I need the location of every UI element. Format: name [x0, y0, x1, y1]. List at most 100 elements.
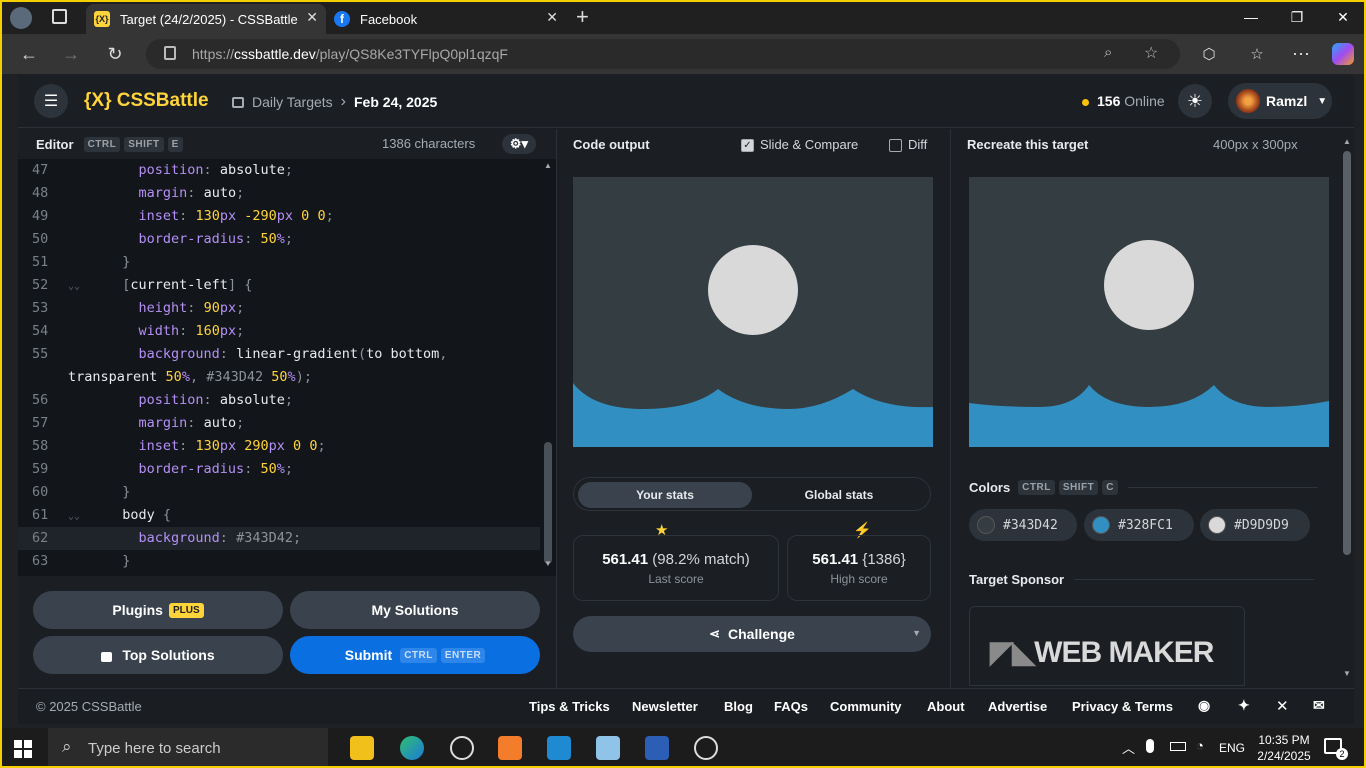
- kbd-ctrl: CTRL: [400, 647, 437, 663]
- diff-toggle[interactable]: Diff: [889, 137, 927, 153]
- menu-icon[interactable]: ☰: [34, 84, 68, 118]
- checkbox-icon[interactable]: [889, 139, 902, 153]
- checkbox-checked-icon[interactable]: ✓: [741, 139, 754, 153]
- code-line[interactable]: 48 margin: auto;: [18, 182, 540, 205]
- footer-link-newsletter[interactable]: Newsletter: [632, 699, 698, 714]
- code-line[interactable]: 47 position: absolute;: [18, 159, 540, 182]
- chatgpt-icon[interactable]: [450, 736, 474, 760]
- user-menu-button[interactable]: Ramzl ▼: [1228, 83, 1332, 119]
- zoom-icon[interactable]: ⌕: [1104, 44, 1112, 61]
- close-tab-icon[interactable]: ✕: [306, 9, 318, 26]
- chevron-down-icon[interactable]: ▼: [912, 628, 921, 638]
- forward-icon[interactable]: →: [56, 40, 86, 68]
- xampp-icon[interactable]: [498, 736, 522, 760]
- bluesky-icon[interactable]: ✦: [1238, 697, 1250, 714]
- windows-start-icon[interactable]: [14, 740, 32, 758]
- code-line[interactable]: 50 border-radius: 50%;: [18, 228, 540, 251]
- code-line[interactable]: 56 position: absolute;: [18, 389, 540, 412]
- slide-compare-toggle[interactable]: ✓ Slide & Compare: [741, 137, 858, 153]
- edge-icon[interactable]: [400, 736, 424, 760]
- code-editor[interactable]: 47 position: absolute; 48 margin: auto; 49…: [18, 159, 540, 576]
- code-line[interactable]: 54 width: 160px;: [18, 320, 540, 343]
- copilot-icon[interactable]: [1332, 43, 1354, 65]
- submit-button[interactable]: Submit CTRL ENTER: [290, 636, 540, 674]
- editor-scrollbar[interactable]: ▲ ▼: [540, 159, 556, 576]
- microphone-icon[interactable]: [1146, 739, 1154, 753]
- top-solutions-button[interactable]: Top Solutions: [33, 636, 283, 674]
- word-icon[interactable]: [645, 736, 669, 760]
- challenge-button[interactable]: ⋖ Challenge ▼: [573, 616, 931, 652]
- tab-facebook[interactable]: f Facebook ✕: [326, 4, 566, 34]
- restore-icon[interactable]: ❐: [1274, 0, 1320, 34]
- target-scrollbar[interactable]: ▲ ▼: [1339, 129, 1355, 699]
- scroll-down-arrow-icon[interactable]: ▼: [1343, 669, 1351, 678]
- code-line[interactable]: transparent 50%, #343D42 50%);: [18, 366, 540, 389]
- tab-actions-icon[interactable]: [52, 9, 67, 24]
- recorder-icon[interactable]: [694, 736, 718, 760]
- more-icon[interactable]: ⋯: [1286, 40, 1316, 68]
- battery-icon[interactable]: [1170, 742, 1186, 751]
- plugins-button[interactable]: Plugins PLUS: [33, 591, 283, 629]
- color-chip-blue[interactable]: #328FC1: [1084, 509, 1194, 541]
- editor-settings-gear-icon[interactable]: ⚙▾: [502, 134, 536, 154]
- code-line[interactable]: 57 margin: auto;: [18, 412, 540, 435]
- color-chip-dark[interactable]: #343D42: [969, 509, 1077, 541]
- code-line[interactable]: 62 background: #343D42;: [18, 527, 540, 550]
- code-line[interactable]: 51 }: [18, 251, 540, 274]
- reload-icon[interactable]: ↻: [100, 40, 130, 68]
- code-line[interactable]: 58 inset: 130px 290px 0 0;: [18, 435, 540, 458]
- color-chip-light[interactable]: #D9D9D9: [1200, 509, 1310, 541]
- taskbar-search[interactable]: ⌕ Type here to search: [48, 728, 328, 768]
- favorites-icon[interactable]: ☆: [1242, 40, 1272, 68]
- footer-link-community[interactable]: Community: [830, 699, 902, 714]
- clock[interactable]: 10:35 PM 2/24/2025: [1254, 732, 1314, 764]
- minimize-icon[interactable]: —: [1228, 0, 1274, 34]
- breadcrumb-daily-targets[interactable]: Daily Targets: [252, 94, 333, 110]
- code-line[interactable]: 53 height: 90px;: [18, 297, 540, 320]
- code-line[interactable]: 52 ⌄⌄ [current-left] {: [18, 274, 540, 297]
- scroll-thumb[interactable]: [1343, 151, 1351, 555]
- back-icon[interactable]: ←: [14, 40, 44, 68]
- code-line[interactable]: 49 inset: 130px -290px 0 0;: [18, 205, 540, 228]
- theme-toggle-sun-icon[interactable]: ☀: [1178, 84, 1212, 118]
- new-tab-icon[interactable]: +: [576, 4, 589, 30]
- notepad-icon[interactable]: [596, 736, 620, 760]
- my-solutions-button[interactable]: My Solutions: [290, 591, 540, 629]
- tab-cssbattle[interactable]: {X} Target (24/2/2025) - CSSBattle ✕: [86, 4, 326, 34]
- footer-link-blog[interactable]: Blog: [724, 699, 753, 714]
- url-domain: cssbattle.dev: [234, 46, 316, 62]
- footer-link-about[interactable]: About: [927, 699, 965, 714]
- footer-link-privacy[interactable]: Privacy & Terms: [1072, 699, 1173, 714]
- scroll-thumb[interactable]: [544, 442, 552, 564]
- language-indicator[interactable]: ENG: [1219, 741, 1245, 755]
- favorite-star-icon[interactable]: ☆: [1144, 43, 1158, 63]
- code-line[interactable]: 59 border-radius: 50%;: [18, 458, 540, 481]
- code-line[interactable]: 61 ⌄⌄ body {: [18, 504, 540, 527]
- footer-link-advertise[interactable]: Advertise: [988, 699, 1047, 714]
- wifi-icon[interactable]: ◔: [1196, 738, 1204, 753]
- cssbattle-logo[interactable]: {X} CSSBattle: [84, 90, 209, 112]
- x-icon[interactable]: ✕: [1276, 697, 1289, 715]
- url-field[interactable]: https://cssbattle.dev/play/QS8Ke3TYFlpQ0…: [146, 39, 1180, 69]
- footer-link-tips[interactable]: Tips & Tricks: [529, 699, 610, 714]
- close-tab-icon[interactable]: ✕: [546, 9, 558, 26]
- footer-link-faqs[interactable]: FAQs: [774, 699, 808, 714]
- profile-icon[interactable]: [10, 7, 32, 29]
- code-line[interactable]: 55 background: linear-gradient(to bottom…: [18, 343, 540, 366]
- tab-global-stats[interactable]: Global stats: [752, 482, 926, 508]
- extensions-icon[interactable]: ⬡: [1194, 40, 1224, 68]
- output-canvas[interactable]: [573, 177, 933, 447]
- code-line[interactable]: 63 }: [18, 550, 540, 573]
- scroll-up-arrow-icon[interactable]: ▲: [544, 161, 552, 170]
- chevron-up-icon[interactable]: ︿: [1122, 738, 1135, 757]
- mail-icon[interactable]: ✉: [1313, 697, 1325, 714]
- tab-your-stats[interactable]: Your stats: [578, 482, 752, 508]
- close-window-icon[interactable]: ✕: [1320, 0, 1366, 34]
- scroll-up-arrow-icon[interactable]: ▲: [1343, 137, 1351, 146]
- file-explorer-icon[interactable]: [350, 736, 374, 760]
- scroll-down-arrow-icon[interactable]: ▼: [544, 559, 552, 568]
- sponsor-card[interactable]: ◤◣WEB MAKER: [969, 606, 1245, 686]
- discord-icon[interactable]: ◉: [1198, 697, 1210, 714]
- vscode-icon[interactable]: [547, 736, 571, 760]
- code-line[interactable]: 60 }: [18, 481, 540, 504]
